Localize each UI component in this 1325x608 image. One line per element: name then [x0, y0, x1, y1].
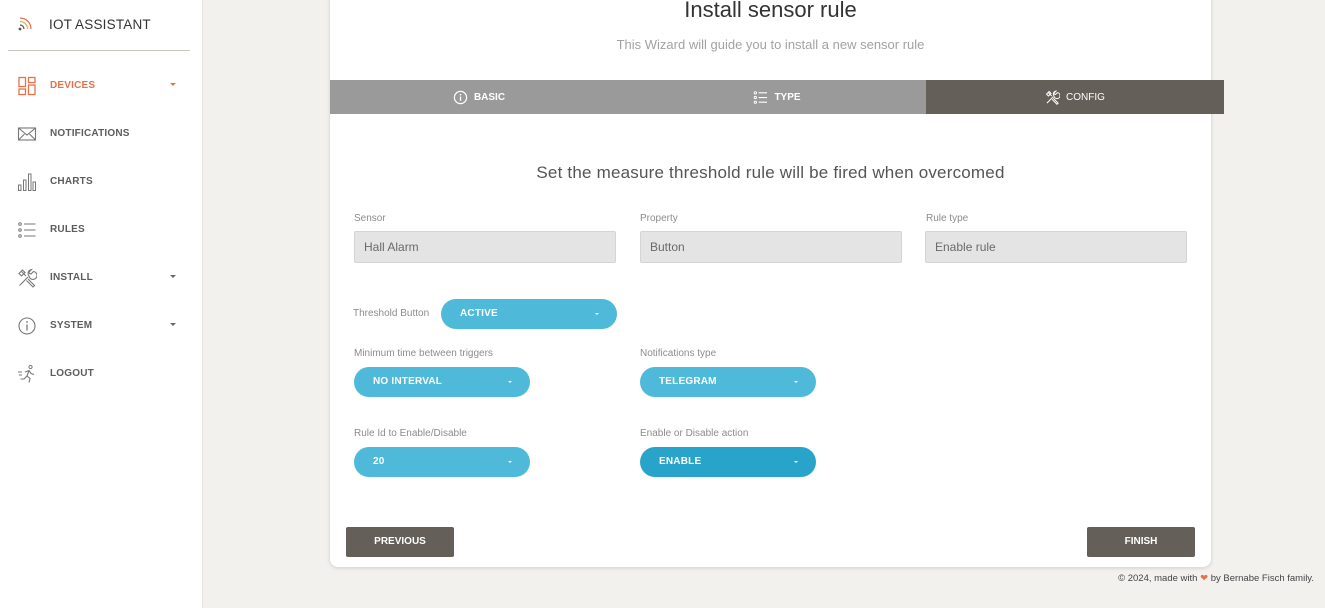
sidebar-item-install[interactable]: INSTALL: [0, 262, 203, 294]
rule-id-label: Rule Id to Enable/Disable: [354, 428, 467, 439]
sidebar-item-system[interactable]: SYSTEM: [0, 310, 203, 342]
running-person-icon: [18, 364, 35, 383]
threshold-value: ACTIVE: [460, 308, 498, 319]
threshold-select[interactable]: ACTIVE: [441, 299, 617, 329]
sidebar-item-logout[interactable]: LOGOUT: [0, 358, 203, 390]
tab-basic[interactable]: BASIC: [330, 80, 628, 114]
notifications-select[interactable]: TELEGRAM: [640, 367, 816, 397]
property-label: Property: [640, 213, 678, 224]
chevron-down-icon: [170, 83, 176, 86]
sidebar-item-label: CHARTS: [50, 176, 93, 187]
action-select[interactable]: ENABLE: [640, 447, 816, 477]
sidebar-item-label: INSTALL: [50, 272, 93, 283]
page-subtitle: This Wizard will guide you to install a …: [616, 37, 925, 52]
tools-icon: [18, 268, 37, 288]
sidebar-item-label: RULES: [50, 224, 85, 235]
chevron-down-icon: [170, 323, 176, 326]
bar-chart-icon: [18, 173, 36, 191]
list-icon: [754, 90, 768, 104]
heart-icon: ❤: [1200, 573, 1209, 584]
devices-grid-icon: [18, 76, 36, 96]
info-circle-icon: [453, 90, 468, 104]
sidebar-item-label: LOGOUT: [50, 368, 94, 379]
tab-label: TYPE: [774, 91, 801, 103]
min-time-label: Minimum time between triggers: [354, 348, 493, 359]
rule-id-value: 20: [373, 456, 385, 467]
wizard-steps: BASIC TYPE CONFIG: [330, 80, 1224, 114]
sensor-label: Sensor: [354, 213, 386, 224]
tab-config[interactable]: CONFIG: [926, 80, 1224, 114]
info-circle-icon: [18, 317, 36, 335]
action-value: ENABLE: [659, 456, 702, 467]
chevron-down-icon: [170, 275, 176, 278]
tools-icon: [1045, 89, 1061, 105]
tab-label: BASIC: [473, 91, 506, 103]
footer-prefix: © 2024, made with: [1118, 573, 1198, 584]
wifi-signal-icon: [18, 17, 32, 31]
sidebar-item-devices[interactable]: DEVICES: [0, 70, 203, 102]
notifications-value: TELEGRAM: [659, 376, 717, 387]
min-time-value: NO INTERVAL: [373, 376, 443, 387]
min-time-select[interactable]: NO INTERVAL: [354, 367, 530, 397]
rule-type-field[interactable]: Enable rule: [925, 231, 1187, 263]
section-heading: Set the measure threshold rule will be f…: [536, 163, 1005, 182]
tab-type[interactable]: TYPE: [628, 80, 926, 114]
sidebar: IOT ASSISTANT DEVICES NOTIFICATIONS CHAR…: [0, 0, 203, 608]
tab-label: CONFIG: [1066, 91, 1105, 103]
sidebar-item-label: SYSTEM: [50, 320, 93, 331]
notifications-label: Notifications type: [640, 348, 717, 359]
chevron-down-icon: [595, 313, 599, 315]
brand[interactable]: IOT ASSISTANT: [8, 0, 190, 51]
sidebar-item-notifications[interactable]: NOTIFICATIONS: [0, 118, 203, 150]
list-icon: [18, 222, 36, 238]
chevron-down-icon: [794, 461, 798, 463]
chevron-down-icon: [794, 381, 798, 383]
finish-button[interactable]: FINISH: [1087, 527, 1195, 557]
envelope-icon: [17, 127, 37, 141]
footer: © 2024, made with ❤ by Bernabe Fisch fam…: [1118, 573, 1314, 584]
footer-suffix: by Bernabe Fisch family.: [1210, 573, 1314, 584]
sidebar-item-label: NOTIFICATIONS: [50, 128, 130, 139]
rule-id-select[interactable]: 20: [354, 447, 530, 477]
chevron-down-icon: [508, 461, 512, 463]
property-field[interactable]: Button: [640, 231, 902, 263]
rule-type-label: Rule type: [926, 213, 969, 224]
sidebar-item-rules[interactable]: RULES: [0, 214, 203, 246]
threshold-label: Threshold Button: [353, 308, 430, 319]
chevron-down-icon: [508, 381, 512, 383]
sidebar-item-label: DEVICES: [50, 80, 96, 91]
previous-button[interactable]: PREVIOUS: [346, 527, 454, 557]
page-title: Install sensor rule: [684, 0, 857, 22]
brand-name: IOT ASSISTANT: [49, 17, 151, 32]
action-label: Enable or Disable action: [640, 428, 749, 439]
sidebar-item-charts[interactable]: CHARTS: [0, 166, 203, 198]
sensor-field[interactable]: Hall Alarm: [354, 231, 616, 263]
